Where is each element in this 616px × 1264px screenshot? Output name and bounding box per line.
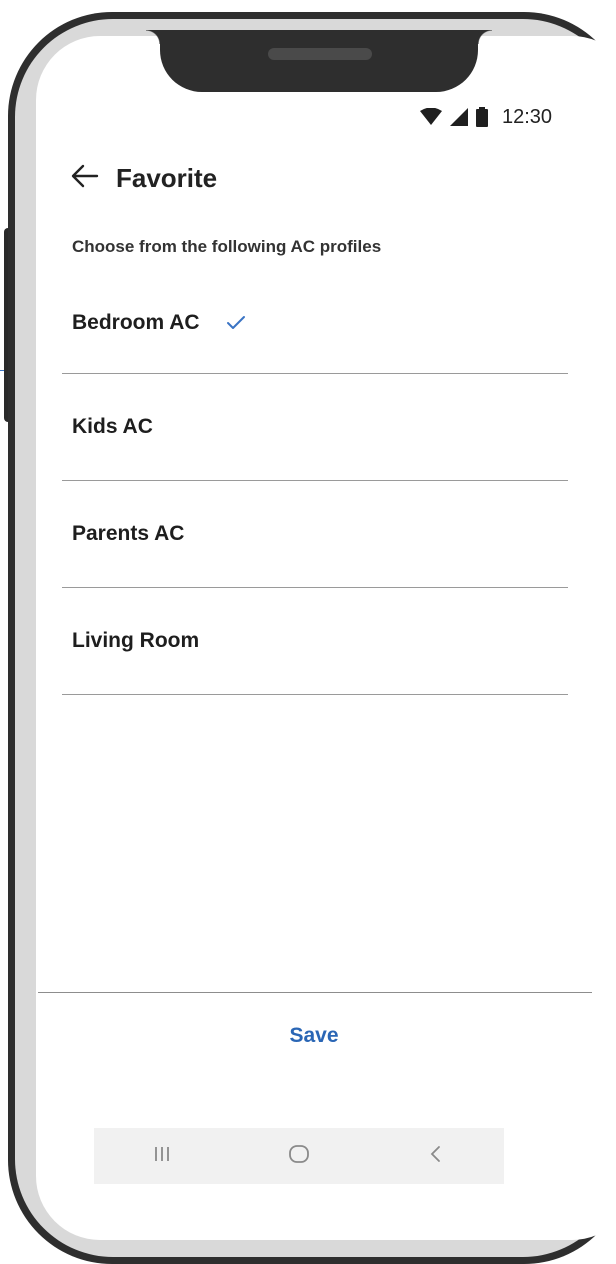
- list-item-bedroom-ac[interactable]: Bedroom AC: [62, 272, 568, 374]
- list-item-label: Parents AC: [72, 522, 185, 545]
- home-button[interactable]: [279, 1136, 319, 1176]
- list-item-label: Bedroom AC: [72, 310, 200, 334]
- status-time: 12:30: [502, 105, 553, 128]
- checkmark-icon: [226, 315, 246, 331]
- list-item-kids-ac[interactable]: Kids AC: [62, 374, 568, 481]
- profile-list: Bedroom AC Kids AC Parents AC Living Roo…: [62, 272, 568, 695]
- list-item-parents-ac[interactable]: Parents AC: [62, 481, 568, 588]
- recent-apps-button[interactable]: [142, 1136, 182, 1176]
- nav-back-button[interactable]: [416, 1136, 456, 1176]
- phone-notch: [146, 30, 492, 92]
- arrow-left-icon: [71, 164, 99, 193]
- signal-icon: [450, 108, 468, 126]
- status-bar: 12:30: [420, 104, 552, 130]
- back-icon: [429, 1145, 443, 1168]
- list-item-living-room[interactable]: Living Room: [62, 588, 568, 695]
- battery-icon: [476, 107, 488, 127]
- system-nav-bar: [94, 1128, 504, 1184]
- app-header: Favorite: [68, 158, 217, 198]
- home-icon: [288, 1144, 310, 1169]
- save-button[interactable]: Save: [250, 1016, 378, 1056]
- back-button[interactable]: [68, 161, 102, 195]
- subtitle: Choose from the following AC profiles: [72, 237, 382, 256]
- list-item-label: Kids AC: [72, 415, 153, 438]
- recent-apps-icon: [153, 1145, 171, 1168]
- speaker: [268, 48, 372, 60]
- page-title: Favorite: [116, 162, 218, 193]
- footer-divider: [38, 992, 592, 993]
- list-item-label: Living Room: [72, 629, 200, 652]
- stage: 12:30 Favorite Choose from the following…: [0, 0, 616, 1264]
- wifi-icon: [420, 108, 442, 126]
